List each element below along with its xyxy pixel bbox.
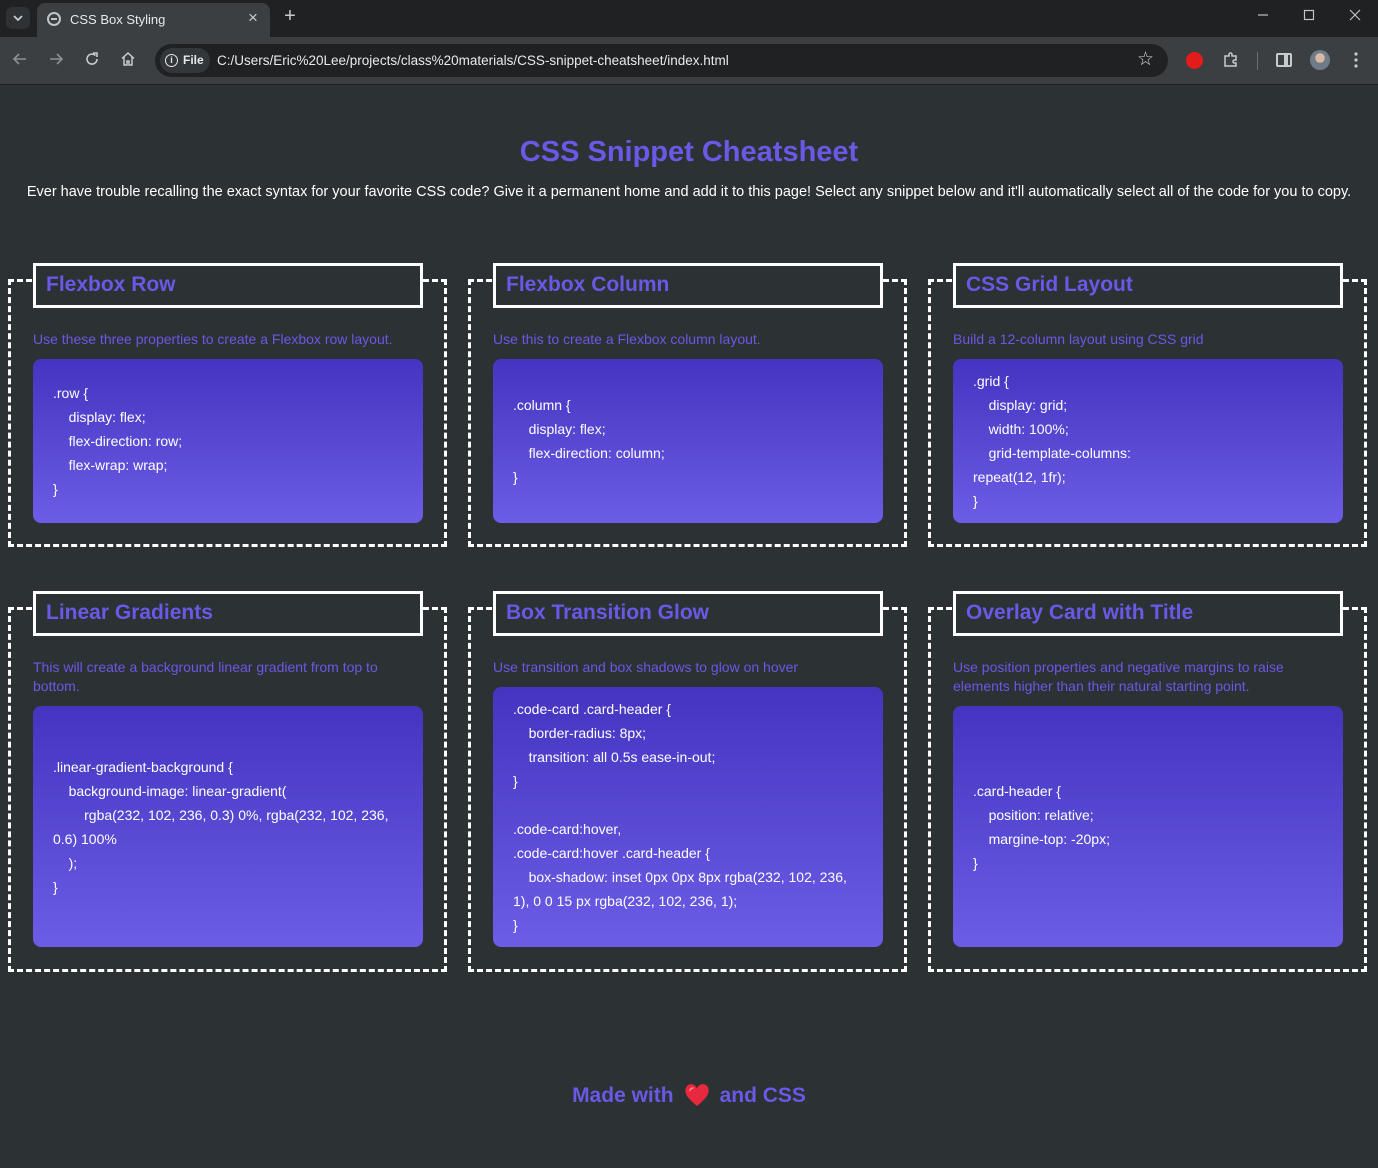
- page-footer: Made with and CSS: [0, 1084, 1378, 1108]
- card-title: Flexbox Column: [506, 273, 670, 296]
- extension-icon: [1185, 51, 1203, 69]
- snippet-card-linear-gradients[interactable]: Linear Gradients This will create a back…: [8, 591, 447, 972]
- card-title: Flexbox Row: [46, 273, 176, 296]
- card-description: Use these three properties to create a F…: [33, 331, 393, 347]
- window-close-button[interactable]: [1341, 6, 1369, 28]
- card-header: Overlay Card with Title: [953, 591, 1343, 636]
- close-icon: [1349, 9, 1361, 21]
- reload-icon: [86, 52, 98, 65]
- card-title: Box Transition Glow: [506, 601, 710, 624]
- globe-icon: [47, 12, 61, 26]
- toolbar-separator: [1257, 52, 1258, 70]
- site-chip-label: File: [183, 53, 204, 67]
- footer-text-before: Made with: [572, 1084, 674, 1107]
- site-info-chip[interactable]: i File: [160, 48, 210, 73]
- tab-close-button[interactable]: ×: [244, 9, 262, 28]
- star-icon[interactable]: ☆: [1137, 49, 1154, 71]
- profile-button[interactable]: [1308, 48, 1332, 72]
- maximize-button[interactable]: [1295, 6, 1323, 28]
- page-intro: Ever have trouble recalling the exact sy…: [26, 184, 1352, 200]
- code-snippet[interactable]: .grid { display: grid; width: 100%; grid…: [953, 359, 1343, 523]
- code-text[interactable]: .row { display: flex; flex-direction: ro…: [53, 381, 182, 501]
- code-text[interactable]: .grid { display: grid; width: 100%; grid…: [973, 369, 1131, 513]
- code-text[interactable]: .card-header { position: relative; margi…: [973, 779, 1110, 875]
- page-title: CSS Snippet Cheatsheet: [519, 136, 859, 168]
- code-snippet[interactable]: .linear-gradient-background { background…: [33, 706, 423, 947]
- snippet-card-flexbox-column[interactable]: Flexbox Column Use this to create a Flex…: [468, 263, 907, 547]
- browser-menu-button[interactable]: [1344, 48, 1368, 72]
- extension-button[interactable]: [1182, 48, 1206, 72]
- card-header: CSS Grid Layout: [953, 263, 1343, 308]
- active-tab[interactable]: CSS Box Styling ×: [37, 3, 270, 37]
- code-snippet[interactable]: .row { display: flex; flex-direction: ro…: [33, 359, 423, 523]
- info-icon: i: [165, 54, 178, 67]
- card-title: CSS Grid Layout: [966, 273, 1133, 296]
- card-description: Use position properties and negative mar…: [953, 659, 1284, 694]
- code-snippet[interactable]: .code-card .card-header { border-radius:…: [493, 687, 883, 947]
- maximize-icon: [1303, 9, 1315, 21]
- card-description: Build a 12-column layout using CSS grid: [953, 331, 1204, 347]
- url-text[interactable]: C:/Users/Eric%20Lee/projects/class%20mat…: [217, 53, 729, 68]
- browser-toolbar: i File C:/Users/Eric%20Lee/projects/clas…: [0, 37, 1378, 85]
- heart-icon: [684, 1084, 710, 1108]
- puzzle-icon: [1224, 52, 1237, 67]
- address-bar[interactable]: i File C:/Users/Eric%20Lee/projects/clas…: [155, 44, 1168, 77]
- code-snippet[interactable]: .column { display: flex; flex-direction:…: [493, 359, 883, 523]
- home-button[interactable]: [116, 49, 140, 73]
- card-header: Flexbox Column: [493, 263, 883, 308]
- reload-button[interactable]: [80, 49, 104, 73]
- side-panel-button[interactable]: [1272, 48, 1296, 72]
- card-header: Box Transition Glow: [493, 591, 883, 636]
- card-title: Linear Gradients: [46, 601, 213, 624]
- code-text[interactable]: .column { display: flex; flex-direction:…: [513, 393, 665, 489]
- chevron-down-icon: [13, 14, 23, 21]
- side-panel-icon: [1276, 53, 1292, 67]
- back-button[interactable]: [8, 49, 32, 73]
- forward-button[interactable]: [44, 49, 68, 73]
- card-description: Use transition and box shadows to glow o…: [493, 659, 799, 675]
- home-icon: [121, 51, 135, 66]
- tab-list-button[interactable]: [6, 7, 30, 29]
- avatar: [1310, 50, 1330, 70]
- snippet-card-css-grid[interactable]: CSS Grid Layout Build a 12-column layout…: [928, 263, 1367, 547]
- forward-icon: [50, 53, 64, 65]
- minimize-icon: [1258, 14, 1268, 16]
- extensions-menu-button[interactable]: [1219, 48, 1243, 72]
- card-description: Use this to create a Flexbox column layo…: [493, 331, 761, 347]
- code-text[interactable]: .linear-gradient-background { background…: [53, 755, 388, 899]
- tab-title: CSS Box Styling: [70, 12, 166, 27]
- code-snippet[interactable]: .card-header { position: relative; margi…: [953, 706, 1343, 947]
- code-text[interactable]: .code-card .card-header { border-radius:…: [513, 697, 847, 937]
- card-title: Overlay Card with Title: [966, 601, 1194, 624]
- new-tab-button[interactable]: +: [280, 6, 300, 28]
- footer-text-after: and CSS: [719, 1084, 806, 1107]
- minimize-button[interactable]: [1249, 6, 1277, 28]
- back-icon: [12, 53, 26, 65]
- snippet-card-box-transition-glow[interactable]: Box Transition Glow Use transition and b…: [468, 591, 907, 972]
- card-header: Flexbox Row: [33, 263, 423, 308]
- card-header: Linear Gradients: [33, 591, 423, 636]
- snippet-card-overlay-card[interactable]: Overlay Card with Title Use position pro…: [928, 591, 1367, 972]
- snippet-card-flexbox-row[interactable]: Flexbox Row Use these three properties t…: [8, 263, 447, 547]
- card-description: This will create a background linear gra…: [33, 659, 378, 694]
- menu-icon: [1354, 52, 1358, 68]
- tab-strip: CSS Box Styling × +: [0, 0, 1378, 37]
